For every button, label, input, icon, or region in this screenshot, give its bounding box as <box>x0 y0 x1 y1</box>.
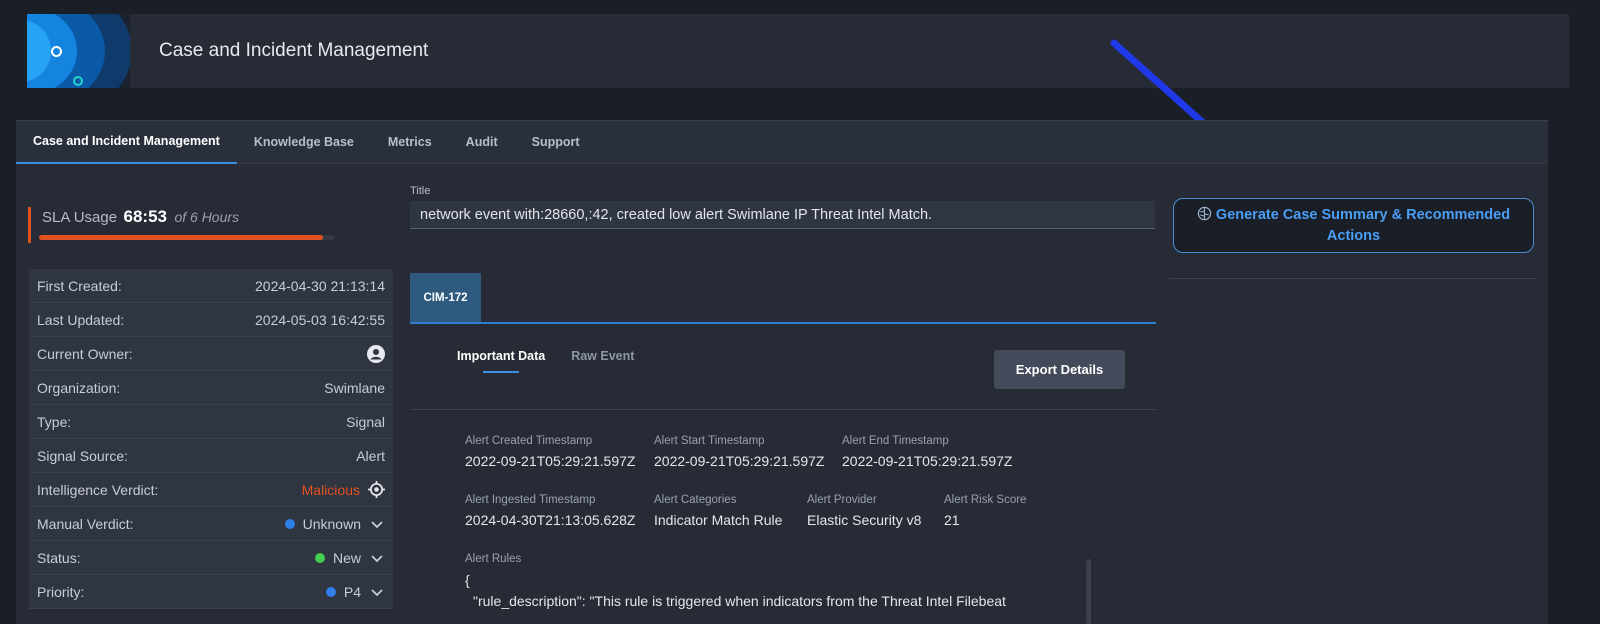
detail-label: Status: <box>37 549 81 566</box>
detail-label: Signal Source: <box>37 447 129 464</box>
detail-value: 2024-05-03 16:42:55 <box>255 311 385 328</box>
field-label: Alert Categories <box>654 494 737 506</box>
detail-row-first-created: First Created: 2024-04-30 21:13:14 <box>29 269 393 303</box>
chevron-down-icon[interactable] <box>369 550 385 566</box>
sla-progress-bar <box>39 235 335 240</box>
sla-value: 68:53 <box>123 207 167 226</box>
detail-label: Priority: <box>37 583 85 600</box>
detail-row-priority: Priority: P4 <box>29 575 393 609</box>
detail-label: First Created: <box>37 277 122 294</box>
title-label: Title <box>410 185 431 197</box>
user-avatar-icon[interactable] <box>367 344 385 363</box>
crosshair-icon[interactable] <box>368 481 385 498</box>
app-logo <box>27 14 130 88</box>
field-alert-end-timestamp: Alert End Timestamp 2022-09-21T05:29:21.… <box>842 435 1012 469</box>
sla-label: SLA Usage <box>42 209 118 226</box>
tab-important-data[interactable]: Important Data <box>457 349 545 373</box>
alert-rules-json-line: "rule_description": "This rule is trigge… <box>473 593 1006 609</box>
detail-label: Current Owner: <box>37 345 133 362</box>
detail-label: Intelligence Verdict: <box>37 481 159 498</box>
status-value: New <box>332 549 361 566</box>
chevron-down-icon[interactable] <box>369 584 385 600</box>
detail-row-organization: Organization: Swimlane <box>29 371 393 405</box>
sla-of: of 6 Hours <box>174 209 240 225</box>
detail-value: 2024-04-30 21:13:14 <box>255 277 385 294</box>
field-alert-created-timestamp: Alert Created Timestamp 2022-09-21T05:29… <box>465 435 635 469</box>
priority-dot-icon <box>325 586 336 597</box>
right-divider <box>1169 278 1536 279</box>
app-title: Case and Incident Management <box>159 40 429 61</box>
detail-row-last-updated: Last Updated: 2024-05-03 16:42:55 <box>29 303 393 337</box>
detail-label: Manual Verdict: <box>37 515 134 532</box>
tab-case-and-incident-management[interactable]: Case and Incident Management <box>16 121 237 164</box>
app-header: Case and Incident Management <box>27 14 1569 88</box>
generate-case-summary-button[interactable]: Generate Case Summary & Recommended Acti… <box>1173 198 1534 253</box>
detail-label: Type: <box>37 413 72 430</box>
field-alert-provider: Alert Provider Elastic Security v8 <box>807 494 921 528</box>
manual-verdict-value: Unknown <box>302 515 361 532</box>
case-tab-bar: CIM-172 <box>410 273 1156 324</box>
field-value: Elastic Security v8 <box>807 512 922 528</box>
sla-usage: SLA Usage 68:53 of 6 Hours <box>28 207 335 243</box>
owner-picker[interactable] <box>367 344 385 363</box>
chevron-down-icon[interactable] <box>369 516 385 532</box>
detail-label: Organization: <box>37 379 121 396</box>
detail-row-status: Status: New <box>29 541 393 575</box>
intelligence-verdict-value: Malicious <box>301 481 360 498</box>
generate-case-summary-label: Generate Case Summary & Recommended Acti… <box>1215 206 1511 244</box>
field-alert-risk-score: Alert Risk Score 21 <box>944 494 1026 528</box>
field-label: Alert Ingested Timestamp <box>465 494 596 506</box>
detail-value: Alert <box>356 447 385 464</box>
detail-value: Signal <box>346 413 385 430</box>
field-alert-start-timestamp: Alert Start Timestamp 2022-09-21T05:29:2… <box>654 435 824 469</box>
sla-progress-fill <box>39 235 324 240</box>
detail-row-current-owner: Current Owner: <box>29 337 393 371</box>
case-details: First Created: 2024-04-30 21:13:14 Last … <box>29 269 393 609</box>
main-tabs: Case and Incident Management Knowledge B… <box>16 121 1548 164</box>
brain-icon <box>1197 206 1212 220</box>
field-label: Alert Start Timestamp <box>654 435 765 447</box>
data-subtabs: Important Data Raw Event <box>457 349 634 373</box>
detail-row-intelligence-verdict: Intelligence Verdict: Malicious <box>29 473 393 507</box>
field-value: 2024-04-30T21:13:05.628Z <box>465 512 636 528</box>
field-value: 2022-09-21T05:29:21.597Z <box>654 453 825 469</box>
field-label: Alert Created Timestamp <box>465 435 593 447</box>
detail-row-signal-source: Signal Source: Alert <box>29 439 393 473</box>
manual-verdict-select[interactable]: Unknown <box>284 515 385 532</box>
priority-select[interactable]: P4 <box>325 583 385 600</box>
tab-audit[interactable]: Audit <box>449 121 515 164</box>
detail-value: Swimlane <box>324 379 385 396</box>
tab-support[interactable]: Support <box>515 121 597 164</box>
field-alert-ingested-timestamp: Alert Ingested Timestamp 2024-04-30T21:1… <box>465 494 635 528</box>
field-alert-rules: Alert Rules <box>465 553 521 571</box>
field-value: 21 <box>944 512 960 528</box>
status-dot-icon <box>314 552 325 563</box>
field-value: Indicator Match Rule <box>654 512 783 528</box>
tab-cim-172[interactable]: CIM-172 <box>410 273 481 322</box>
field-label: Alert End Timestamp <box>842 435 949 447</box>
status-select[interactable]: New <box>314 549 385 566</box>
detail-row-manual-verdict: Manual Verdict: Unknown <box>29 507 393 541</box>
field-label: Alert Rules <box>465 553 522 565</box>
field-label: Alert Risk Score <box>944 494 1027 506</box>
detail-row-type: Type: Signal <box>29 405 393 439</box>
priority-value: P4 <box>343 583 361 600</box>
tab-knowledge-base[interactable]: Knowledge Base <box>237 121 371 164</box>
alert-rules-json-line: { <box>465 572 470 588</box>
divider <box>410 409 1156 410</box>
field-alert-categories: Alert Categories Indicator Match Rule <box>654 494 782 528</box>
tab-raw-event[interactable]: Raw Event <box>571 349 634 373</box>
title-field[interactable]: network event with:28660,:42, created lo… <box>410 201 1155 229</box>
main-panel: Case and Incident Management Knowledge B… <box>16 120 1548 624</box>
tab-metrics[interactable]: Metrics <box>371 121 449 164</box>
detail-label: Last Updated: <box>37 311 125 328</box>
field-value: 2022-09-21T05:29:21.597Z <box>465 453 636 469</box>
verdict-dot-icon <box>284 518 295 529</box>
field-label: Alert Provider <box>807 494 877 506</box>
field-value: 2022-09-21T05:29:21.597Z <box>842 453 1013 469</box>
export-details-button[interactable]: Export Details <box>994 350 1125 389</box>
alert-rules-scrollbar[interactable] <box>1086 559 1091 624</box>
